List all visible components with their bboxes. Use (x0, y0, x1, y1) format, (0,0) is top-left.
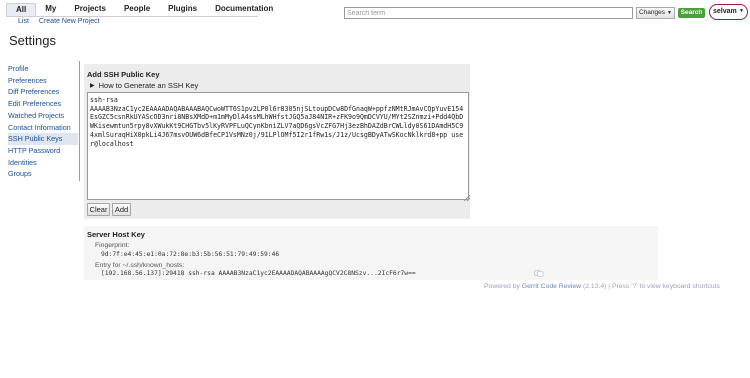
menu-people[interactable]: People (115, 3, 159, 16)
sidebar-item-preferences[interactable]: Preferences (8, 75, 78, 87)
copy-icon[interactable] (534, 270, 544, 277)
sidebar-divider (79, 61, 80, 181)
sidebar-item-edit-preferences[interactable]: Edit Preferences (8, 98, 78, 110)
menu-projects[interactable]: Projects (65, 3, 115, 16)
server-host-key-heading: Server Host Key (87, 230, 145, 239)
page-title: Settings (9, 33, 56, 48)
search-button[interactable]: Search (678, 8, 705, 18)
create-new-project-link[interactable]: Create New Project (39, 17, 100, 27)
fingerprint-value: 9d:7f:e4:45:e1:0a:72:8e:b3:5b:56:51:79:4… (101, 251, 280, 258)
add-ssh-key-heading: Add SSH Public Key (87, 70, 160, 79)
known-hosts-entry-label: Entry for ~/.ssh/known_hosts: (95, 262, 185, 269)
user-menu[interactable]: selvam ▼ (709, 4, 748, 20)
user-name: selvam (713, 8, 737, 15)
sub-menu: List Create New Project (18, 17, 100, 27)
resize-grip-icon[interactable] (464, 195, 470, 201)
ssh-key-textarea[interactable]: ssh-rsa AAAAB3NzaC1yc2EAAAADAQABAAABAQCw… (87, 92, 469, 200)
search-scope-label: Changes (639, 9, 666, 16)
sidebar-item-groups[interactable]: Groups (8, 168, 78, 180)
add-button[interactable]: Add (112, 203, 131, 216)
sidebar-item-ssh-public-keys[interactable]: SSH Public Keys (8, 133, 78, 145)
footer: Powered by Gerrit Code Review (2.13.4) |… (484, 283, 720, 290)
sidebar-item-http-password[interactable]: HTTP Password (8, 145, 78, 157)
howto-disclosure[interactable]: ▶ How to Generate an SSH Key (90, 81, 198, 90)
known-hosts-entry-value: [192.168.56.137]:29418 ssh-rsa AAAAB3Nza… (101, 270, 416, 277)
sidebar-item-watched-projects[interactable]: Watched Projects (8, 110, 78, 122)
howto-label: How to Generate an SSH Key (98, 81, 199, 90)
footer-prefix: Powered by (484, 283, 522, 290)
search-scope-select[interactable]: Changes ▼ (636, 7, 675, 19)
menu-all[interactable]: All (6, 3, 37, 16)
sidebar-item-diff-preferences[interactable]: Diff Preferences (8, 86, 78, 98)
menu-documentation[interactable]: Documentation (206, 3, 282, 16)
footer-suffix: (2.13.4) | Press '?' to view keyboard sh… (581, 283, 720, 290)
search-input[interactable] (344, 7, 633, 19)
settings-sidebar: Profile Preferences Diff Preferences Edi… (8, 63, 78, 180)
clear-button[interactable]: Clear (87, 203, 110, 216)
main-menu: All My Projects People Plugins Documenta… (6, 3, 273, 17)
menu-my[interactable]: My (36, 3, 65, 16)
server-host-key-panel: Server Host Key Fingerprint: 9d:7f:e4:45… (84, 226, 658, 280)
top-bar: All My Projects People Plugins Documenta… (0, 0, 750, 28)
disclosure-triangle-icon: ▶ (90, 83, 95, 89)
list-link[interactable]: List (18, 17, 29, 27)
menu-plugins[interactable]: Plugins (159, 3, 206, 16)
sidebar-item-identities[interactable]: Identities (8, 157, 78, 169)
fingerprint-label: Fingerprint: (95, 242, 130, 249)
sidebar-item-profile[interactable]: Profile (8, 63, 78, 75)
add-ssh-key-panel: Add SSH Public Key ▶ How to Generate an … (84, 64, 470, 219)
sidebar-item-contact-information[interactable]: Contact Information (8, 122, 78, 134)
gerrit-link[interactable]: Gerrit Code Review (522, 283, 581, 290)
chevron-down-icon: ▼ (739, 8, 744, 14)
chevron-down-icon: ▼ (667, 10, 672, 16)
